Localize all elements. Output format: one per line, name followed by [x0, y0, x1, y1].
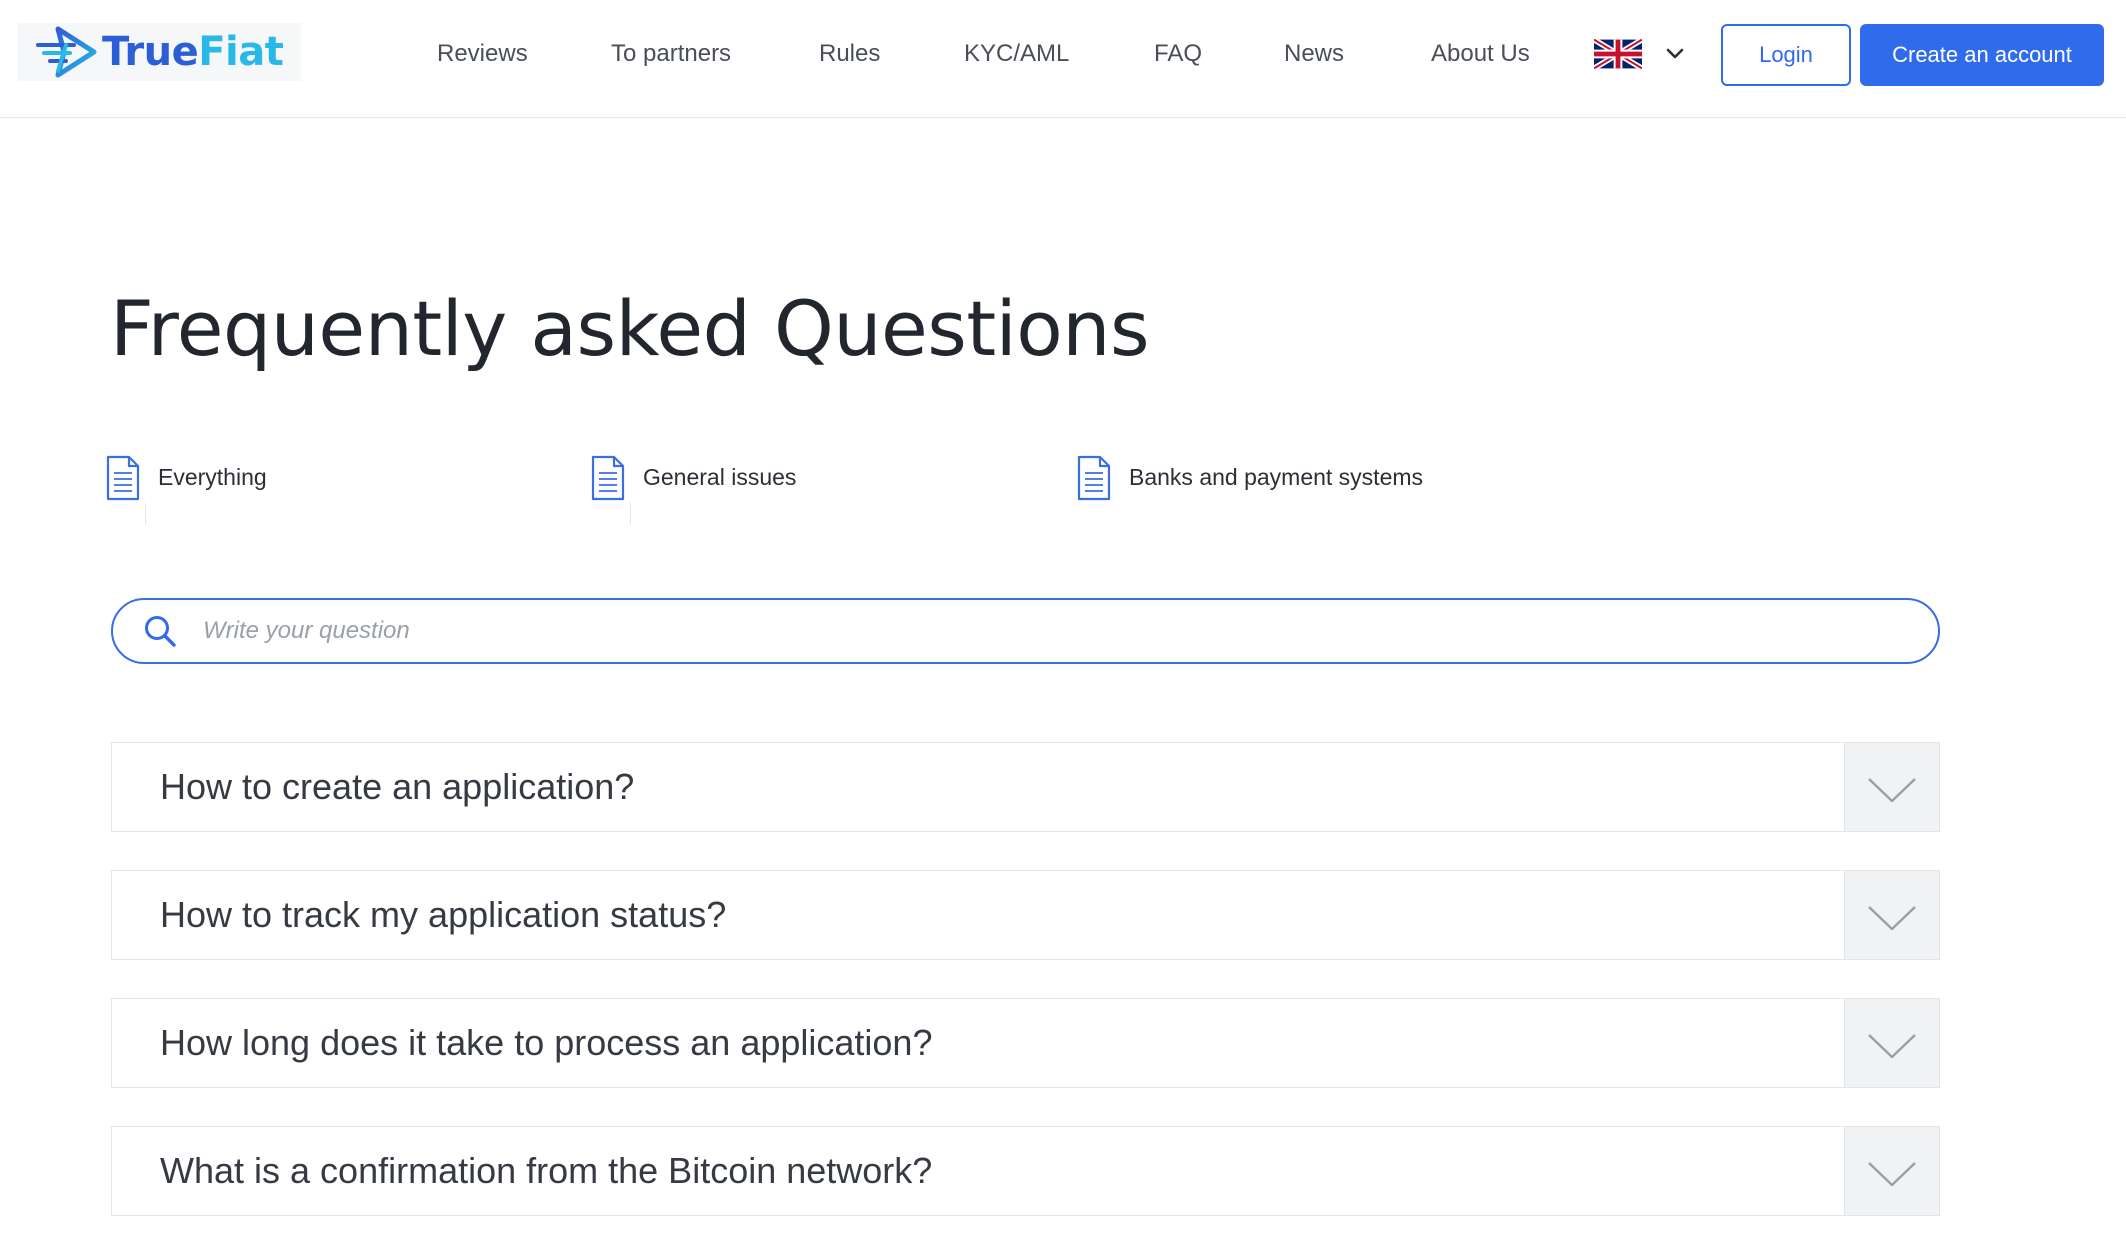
- nav-kyc-aml[interactable]: KYC/AML: [964, 38, 1069, 70]
- nav-rules[interactable]: Rules: [819, 38, 880, 70]
- faq-question: How to track my application status?: [160, 894, 727, 935]
- category-label: Everything: [158, 464, 267, 490]
- faq-question: What is a confirmation from the Bitcoin …: [160, 1150, 933, 1191]
- login-button[interactable]: Login: [1721, 24, 1851, 86]
- category-label: Banks and payment systems: [1129, 464, 1424, 490]
- category-divider: [630, 503, 631, 525]
- search-bar: [111, 598, 1940, 664]
- chevron-down-icon: [1868, 906, 1916, 931]
- category-divider: [145, 503, 146, 525]
- faq-question: How to create an application?: [160, 766, 635, 807]
- document-icon: [106, 455, 140, 501]
- main-nav: Reviews To partners Rules KYC/AML FAQ Ne…: [0, 0, 1600, 110]
- create-account-button[interactable]: Create an account: [1860, 24, 2104, 86]
- category-banks-payment-systems[interactable]: Banks and payment systems: [1077, 455, 1423, 525]
- language-selector[interactable]: [1594, 37, 1686, 71]
- faq-item[interactable]: What is a confirmation from the Bitcoin …: [111, 1126, 1940, 1216]
- site-header: TrueFiat Reviews To partners Rules KYC/A…: [0, 0, 2126, 118]
- category-general-issues[interactable]: General issues: [591, 455, 796, 525]
- nav-about-us[interactable]: About Us: [1431, 38, 1530, 70]
- faq-expand-toggle[interactable]: [1844, 1127, 1939, 1215]
- category-everything[interactable]: Everything: [106, 455, 267, 525]
- page-title: Frequently asked Questions: [110, 284, 1150, 373]
- search-input[interactable]: [201, 616, 1805, 646]
- category-label: General issues: [643, 464, 797, 490]
- chevron-down-icon: [1868, 778, 1916, 803]
- nav-faq[interactable]: FAQ: [1154, 38, 1202, 70]
- chevron-down-icon: [1666, 48, 1684, 59]
- search-icon: [145, 616, 176, 647]
- document-icon: [1077, 455, 1111, 501]
- faq-expand-toggle[interactable]: [1844, 871, 1939, 959]
- faq-categories: Everything General issues Banks and paym…: [0, 455, 1600, 525]
- faq-expand-toggle[interactable]: [1844, 743, 1939, 831]
- faq-item[interactable]: How long does it take to process an appl…: [111, 998, 1940, 1088]
- chevron-down-icon: [1868, 1162, 1916, 1187]
- nav-to-partners[interactable]: To partners: [611, 38, 731, 70]
- nav-news[interactable]: News: [1284, 38, 1344, 70]
- faq-list: How to create an application? How to tra…: [111, 742, 1940, 1254]
- faq-item[interactable]: How to track my application status?: [111, 870, 1940, 960]
- faq-expand-toggle[interactable]: [1844, 999, 1939, 1087]
- uk-flag-icon: [1594, 39, 1642, 69]
- faq-item[interactable]: How to create an application?: [111, 742, 1940, 832]
- chevron-down-icon: [1868, 1034, 1916, 1059]
- faq-question: How long does it take to process an appl…: [160, 1022, 933, 1063]
- document-icon: [591, 455, 625, 501]
- nav-reviews[interactable]: Reviews: [437, 38, 528, 70]
